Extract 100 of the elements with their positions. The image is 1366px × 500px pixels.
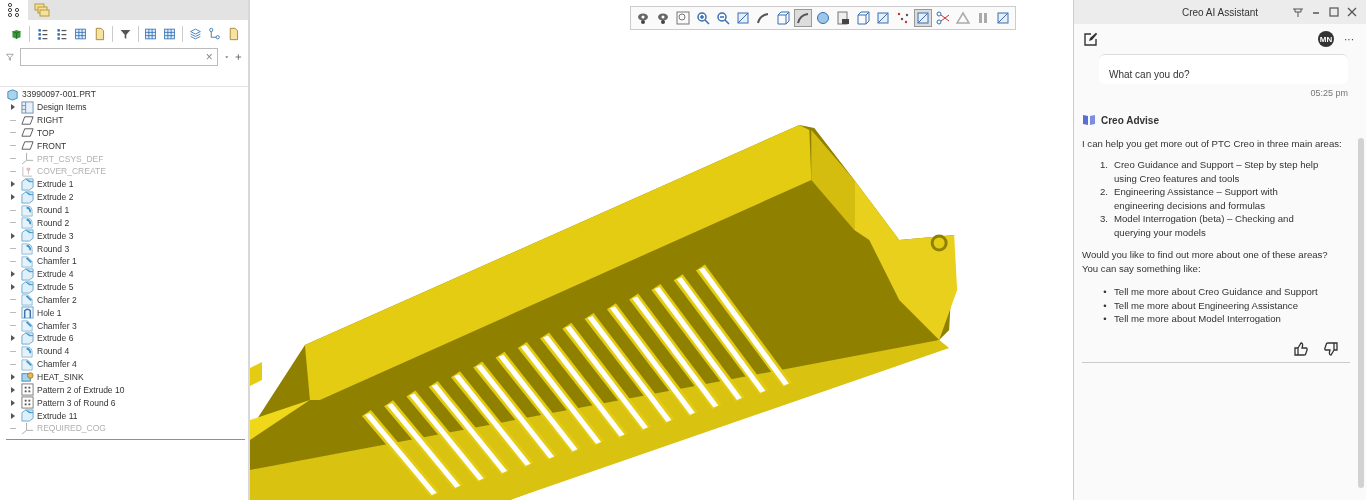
list-item: Tell me more about Engineering Assistance <box>1114 298 1299 312</box>
zoom-in-icon <box>696 11 710 25</box>
extrude-icon <box>21 331 34 345</box>
zoom-out-icon <box>716 11 730 25</box>
tree-item[interactable]: Extrude 1 <box>37 179 74 190</box>
table-icon[interactable] <box>73 26 87 42</box>
more-button[interactable]: ··· <box>1342 33 1356 45</box>
toolbar-button[interactable] <box>994 9 1012 27</box>
tree-item[interactable]: TOP <box>37 127 55 138</box>
layers-icon <box>34 3 50 17</box>
expand-icon[interactable] <box>10 398 16 407</box>
bullet: • <box>1102 298 1108 312</box>
bullet: • <box>1102 285 1108 299</box>
expand-icon[interactable] <box>10 385 16 394</box>
toolbar-button[interactable] <box>674 9 692 27</box>
tree-item[interactable]: Chamfer 4 <box>37 359 77 370</box>
window-title: Creo AI Assistant <box>1181 6 1259 18</box>
close-icon[interactable] <box>1346 6 1358 18</box>
new-chat-icon[interactable] <box>1084 32 1098 46</box>
expand-icon[interactable] <box>10 103 16 112</box>
camera-icon <box>836 11 850 25</box>
expand-icon[interactable] <box>10 373 16 381</box>
tree-icon[interactable] <box>208 26 222 42</box>
panel-tab[interactable] <box>0 0 28 20</box>
table-icon[interactable] <box>144 26 158 42</box>
expand-icon[interactable] <box>10 283 16 292</box>
extrude-icon <box>21 409 34 422</box>
plane-icon <box>21 113 34 127</box>
tree-item[interactable]: Extrude 5 <box>37 282 74 293</box>
expand-icon[interactable] <box>10 334 16 343</box>
pin-icon[interactable] <box>1292 6 1304 18</box>
tree-item[interactable]: Extrude 4 <box>37 269 74 280</box>
list-icon[interactable] <box>35 26 49 42</box>
plane-icon <box>21 126 34 140</box>
message-time: 05:25 pm <box>1309 87 1349 98</box>
book-icon <box>1082 114 1096 126</box>
toolbar-button[interactable] <box>854 9 872 27</box>
chamfer-icon <box>21 319 34 333</box>
extrude-icon <box>21 190 34 204</box>
toolbar-button[interactable] <box>934 9 952 27</box>
clear-button[interactable]: × <box>201 50 217 64</box>
reply-text: You can say something like: <box>1082 262 1201 276</box>
tree-item[interactable]: Chamfer 3 <box>37 320 77 331</box>
bullet: • <box>1102 312 1108 326</box>
reply-text: Would you like to find out more about one of these areas? <box>1082 248 1328 262</box>
expand-icon[interactable] <box>10 180 16 189</box>
thumbs-down-icon[interactable] <box>1324 341 1338 356</box>
table-icon[interactable] <box>163 26 177 42</box>
assistant-name: Creo Advise <box>1101 114 1159 126</box>
reply-text: I can help you get more out of PTC Creo in three main areas: <box>1082 138 1343 149</box>
toolbar-button[interactable] <box>694 9 712 27</box>
list-item: Creo Guidance and Support – Step by step help using Creo features and tools <box>1114 158 1320 185</box>
tree-item[interactable]: Extrude 3 <box>37 230 74 241</box>
plus-icon[interactable] <box>235 51 242 63</box>
expand-icon[interactable] <box>10 231 16 240</box>
document-icon[interactable] <box>227 26 241 42</box>
tree-item[interactable]: 33990097-001.PRT <box>22 89 97 100</box>
thumbs-up-icon[interactable] <box>1294 341 1308 356</box>
tree-item[interactable]: HEAT_SINK <box>37 372 84 382</box>
plane-icon <box>21 139 34 153</box>
expand-icon[interactable] <box>10 411 16 420</box>
tree-item[interactable]: Round 1 <box>37 205 70 215</box>
tree-item[interactable]: Round 3 <box>37 243 70 254</box>
square-icon <box>996 11 1010 25</box>
tree-item[interactable]: Pattern 2 of Extrude 10 <box>37 384 125 395</box>
user-avatar[interactable]: MN <box>1318 31 1334 47</box>
toolbar-button[interactable] <box>714 9 732 27</box>
toolbar-button[interactable] <box>794 9 812 27</box>
maximize-icon[interactable] <box>1328 6 1340 18</box>
search-field[interactable]: × <box>19 48 218 66</box>
tree-item[interactable]: Extrude 11 <box>37 410 78 421</box>
cube-icon <box>776 11 790 25</box>
eye-icon <box>636 11 650 25</box>
list-icon[interactable] <box>54 26 68 42</box>
pattern-icon <box>21 396 34 410</box>
tree-item[interactable]: Hole 1 <box>37 307 62 318</box>
round-icon <box>21 242 34 256</box>
toolbar-button[interactable] <box>814 9 832 27</box>
tree-item[interactable]: Extrude 6 <box>37 333 74 344</box>
toolbar-button[interactable] <box>734 9 752 27</box>
round-icon <box>21 344 34 358</box>
tree-item[interactable]: Design Items <box>37 102 87 113</box>
list-item: Tell me more about Model Interrogation <box>1114 312 1282 326</box>
group-icon <box>21 370 34 384</box>
user-message: What can you do? <box>1099 54 1348 84</box>
toolbar-button[interactable] <box>774 9 792 27</box>
tree-item[interactable]: RIGHT <box>37 115 64 126</box>
tree-item[interactable]: Pattern 3 of Round 6 <box>37 397 116 408</box>
tree-item[interactable]: Extrude 2 <box>37 192 74 203</box>
tree-item[interactable]: Chamfer 2 <box>37 294 77 305</box>
toolbar-button[interactable] <box>834 9 852 27</box>
tree-item[interactable]: Chamfer 1 <box>37 256 77 267</box>
toolbar-button[interactable] <box>874 9 892 27</box>
tree-item[interactable]: Round 4 <box>37 346 70 357</box>
layers-icon[interactable] <box>189 26 203 42</box>
toolbar-button[interactable] <box>914 9 932 27</box>
expand-icon[interactable] <box>10 270 16 279</box>
tree-item[interactable]: Round 2 <box>37 217 70 228</box>
expand-icon[interactable] <box>10 193 16 202</box>
tree-item[interactable]: FRONT <box>37 140 67 151</box>
